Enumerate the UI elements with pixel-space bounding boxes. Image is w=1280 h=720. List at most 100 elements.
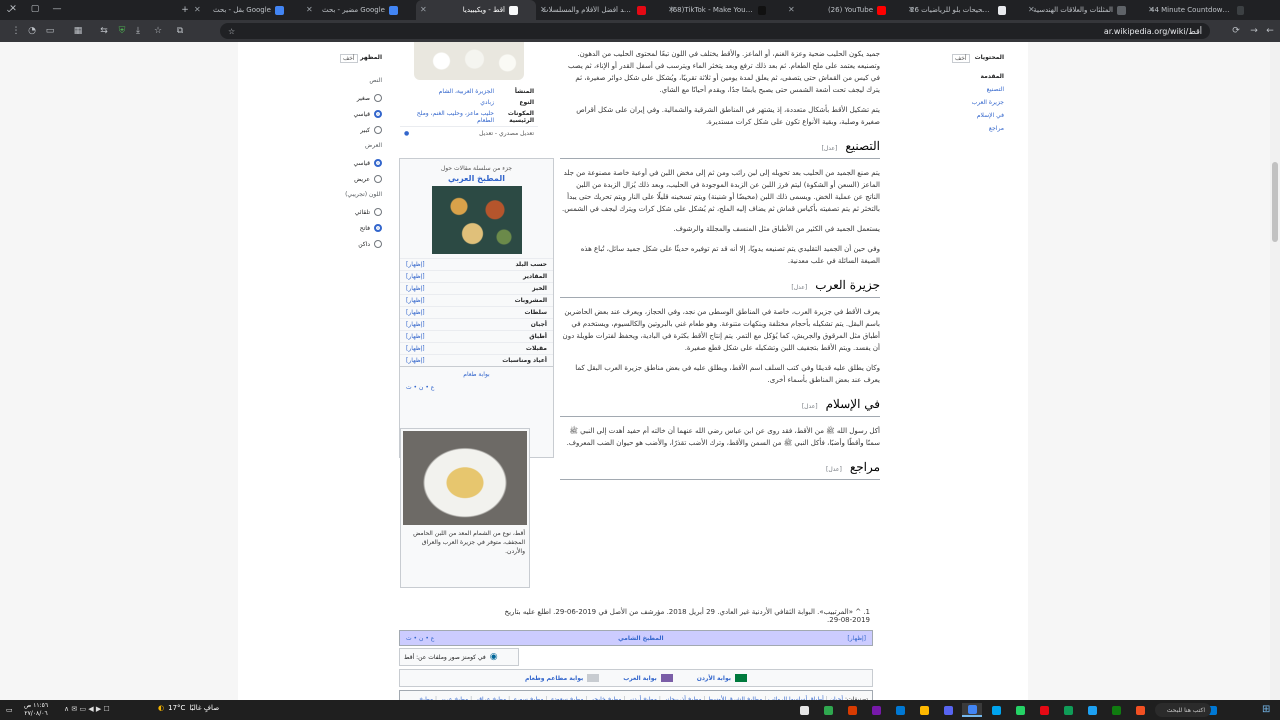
maps-icon[interactable]	[1058, 703, 1078, 717]
file-explorer-icon[interactable]	[914, 703, 934, 717]
appearance-option[interactable]: فاتح	[340, 224, 382, 232]
navbox-image[interactable]	[431, 186, 522, 254]
browser-tab[interactable]: ✕كتاب تصحيحات بلو للرياضيات 26	[904, 0, 1024, 20]
radio-button[interactable]	[374, 175, 382, 183]
menu-icon[interactable]: ⋮	[8, 26, 24, 36]
window-close-icon[interactable]: ✕	[4, 4, 22, 14]
toc-item[interactable]: التصنيع	[952, 86, 1004, 93]
navbox-show-link[interactable]: [إظهار]	[406, 321, 425, 328]
radio-button[interactable]	[374, 224, 382, 232]
task-view-icon[interactable]	[794, 703, 814, 717]
photos-icon[interactable]	[1130, 703, 1150, 717]
navbox-show-link[interactable]: [إظهار]	[406, 273, 425, 280]
browser-tab[interactable]: ✕ (26) YouTube	[784, 0, 904, 20]
radio-button[interactable]	[374, 159, 382, 167]
section-edit-link[interactable]: [عدل]	[802, 403, 818, 410]
sidebar-icon[interactable]: ▭	[42, 26, 58, 36]
browser-tab[interactable]: ✕ المثلثات والعلاقات الهندسية	[1024, 0, 1144, 20]
system-clock[interactable]: ١١:٥٦ ص ٢٧/٠٨/٠٦	[24, 702, 48, 718]
toc-item[interactable]: المقدمة	[952, 73, 1004, 80]
appearance-hide-button[interactable]: أخف	[340, 54, 358, 63]
portal-link[interactable]: بوابة العرب	[623, 674, 673, 682]
toc-hide-button[interactable]: أخف	[952, 54, 970, 63]
radio-button[interactable]	[374, 110, 382, 118]
info-icon[interactable]: ●	[404, 130, 409, 137]
media-icon[interactable]	[1034, 703, 1054, 717]
start-icon[interactable]: ⊞	[1262, 704, 1270, 715]
chrome-icon[interactable]	[962, 703, 982, 717]
bookmark-star-icon[interactable]: ☆	[228, 27, 235, 36]
browser-tab[interactable]: ✕ مضير - بحث Google	[302, 0, 416, 20]
profile-icon[interactable]: ◔	[24, 26, 40, 36]
navbox-show-link[interactable]: [إظهار]	[406, 357, 425, 364]
navbox-show-link[interactable]: [إظهار]	[406, 285, 425, 292]
page-scrollbar[interactable]	[1270, 42, 1280, 700]
translate-icon[interactable]: ⇆	[96, 26, 112, 36]
shield-icon[interactable]: ⛨	[114, 26, 130, 36]
toc-item[interactable]: مراجع	[952, 125, 1004, 132]
navbox-show-link[interactable]: [إظهار]	[406, 261, 425, 268]
browser-tab[interactable]: ✕ أقط - ويكيبيديا	[416, 0, 536, 20]
tab-close-icon[interactable]: ✕	[1148, 5, 1155, 14]
appearance-option[interactable]: قياسي	[340, 159, 382, 167]
foodnav-show[interactable]: [إظهار]	[847, 635, 866, 642]
appearance-option[interactable]: تلقائي	[340, 208, 382, 216]
gamebar-icon[interactable]	[1106, 703, 1126, 717]
bookmarks-icon[interactable]: ☆	[150, 26, 166, 36]
tray-icons[interactable]: ∧ ✉ ▭ ◀ ▶ ☐	[64, 705, 110, 713]
discord-icon[interactable]	[938, 703, 958, 717]
download-icon[interactable]: ⤓	[130, 26, 146, 36]
radio-button[interactable]	[374, 126, 382, 134]
browser-tab[interactable]: ✕ شاهد أفضل الأفلام والمسلسلات	[536, 0, 664, 20]
thumbnail-image[interactable]	[403, 431, 527, 525]
scrollbar-thumb[interactable]	[1272, 162, 1278, 242]
tab-close-icon[interactable]: ✕	[306, 5, 313, 14]
commons-text[interactable]: في كومنز صور وملفات عن: أقط	[404, 654, 486, 661]
edge-icon[interactable]	[890, 703, 910, 717]
infobox-footer[interactable]: تعديل مصدري - تعديل	[479, 130, 534, 137]
weather-widget[interactable]: ◐ 17°C صافٍ غالبًا	[158, 704, 219, 712]
navbox-show-link[interactable]: [إظهار]	[406, 297, 425, 304]
teams-icon[interactable]	[866, 703, 886, 717]
navbox-vte[interactable]: ع • ن • ت	[400, 382, 553, 393]
toc-item[interactable]: في الإسلام	[952, 112, 1004, 119]
whatsapp-icon[interactable]	[1010, 703, 1030, 717]
navbox-show-link[interactable]: [إظهار]	[406, 345, 425, 352]
browser-tab[interactable]: ✕(68)TikTok - Make Your Day	[664, 0, 784, 20]
taskbar-search[interactable]: اكتب هنا للبحث	[1155, 703, 1211, 717]
infobox-value[interactable]: زبادي	[404, 99, 494, 106]
appearance-option[interactable]: عريض	[340, 175, 382, 183]
infobox-value[interactable]: حليب ماعز، وحليب الغنم، وملح الطعام	[404, 110, 494, 124]
office-icon[interactable]	[842, 703, 862, 717]
window-minimize-icon[interactable]: —	[48, 4, 66, 14]
navbox-portal-link[interactable]: بوابة طعام	[400, 366, 553, 382]
tab-close-icon[interactable]: ✕	[194, 5, 201, 14]
appearance-option[interactable]: صغير	[340, 94, 382, 102]
foodnav-vte[interactable]: ع • ن • ت	[406, 635, 434, 642]
appearance-option[interactable]: قياسي	[340, 110, 382, 118]
xbox-icon[interactable]	[818, 703, 838, 717]
reload-icon[interactable]: ⟳	[1228, 26, 1244, 36]
toc-item[interactable]: جزيرة العرب	[952, 99, 1004, 106]
tab-close-icon[interactable]: ✕	[908, 5, 915, 14]
radio-button[interactable]	[374, 240, 382, 248]
section-edit-link[interactable]: [عدل]	[826, 466, 842, 473]
tab-close-icon[interactable]: ✕	[420, 5, 427, 14]
infobox-value[interactable]: الجزيرة العربية، الشام	[404, 88, 494, 95]
browser-tab[interactable]: ✕44 Minute Countdown | Big Tim	[1144, 0, 1262, 20]
tab-close-icon[interactable]: ✕	[668, 5, 675, 14]
forward-icon[interactable]: →	[1246, 26, 1262, 36]
window-maximize-icon[interactable]: ▢	[26, 4, 44, 14]
telegram-icon[interactable]	[1082, 703, 1102, 717]
notification-icon[interactable]: ▭	[6, 706, 13, 714]
back-icon[interactable]: ←	[1262, 26, 1278, 36]
navbox-show-link[interactable]: [إظهار]	[406, 333, 425, 340]
portal-link[interactable]: بوابة الأردن	[697, 674, 747, 682]
portal-link[interactable]: بوابة مطاعم وطعام	[525, 674, 600, 682]
store-icon[interactable]	[986, 703, 1006, 717]
address-bar[interactable]: ☆ ar.wikipedia.org/wiki/أقط	[220, 23, 1210, 39]
appearance-option[interactable]: داكن	[340, 240, 382, 248]
tab-close-icon[interactable]: ✕	[540, 5, 547, 14]
browser-tab[interactable]: ✕ بقل - بحث Google	[190, 0, 302, 20]
cast-icon[interactable]: ⧉	[172, 26, 188, 36]
